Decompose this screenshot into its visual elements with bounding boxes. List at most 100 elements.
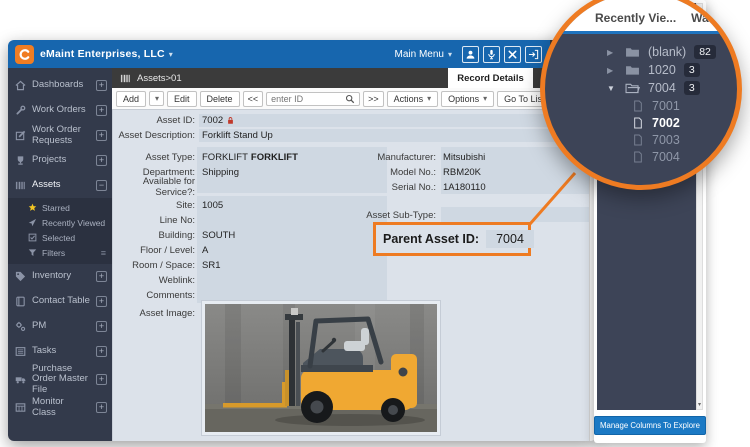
chevron-down-icon <box>483 94 487 103</box>
tab-wall[interactable]: Wall <box>691 11 715 25</box>
scroll-down-arrow-icon[interactable]: ▾ <box>697 402 702 409</box>
barcode-icon <box>15 180 26 191</box>
explore-panel-footer: Manage Columns To Explore <box>594 410 706 440</box>
model-no-field[interactable]: RBM20K <box>440 166 588 179</box>
caret-right-icon[interactable] <box>607 48 617 57</box>
expand-toggle[interactable]: + <box>96 105 107 116</box>
breadcrumb-bar: Assets>01 Record Details Related Ta <box>112 68 596 88</box>
tree-leaf-7004[interactable]: 7004 <box>545 148 737 165</box>
sidebar-item-assets[interactable]: Assets − <box>8 173 112 198</box>
chevron-down-icon <box>155 94 159 103</box>
options-button[interactable]: Options <box>441 90 495 107</box>
edit-button[interactable]: Edit <box>167 90 197 107</box>
sidebar-item-tasks[interactable]: Tasks + <box>8 339 112 364</box>
caret-down-icon[interactable] <box>607 84 617 93</box>
sidebar-item-label: Tasks <box>32 345 57 357</box>
prev-record-button[interactable]: << <box>242 90 264 107</box>
sidebar-item-projects[interactable]: Projects + <box>8 148 112 173</box>
collapse-toggle[interactable]: − <box>96 180 107 191</box>
sidebar-item-inventory[interactable]: Inventory + <box>8 264 112 289</box>
parent-asset-id-field[interactable]: 7004 <box>486 230 534 248</box>
sidebar-subitem-recently-viewed[interactable]: Recently Viewed <box>8 215 112 230</box>
subitem-label: Recently Viewed <box>42 217 106 228</box>
sidebar-item-dashboards[interactable]: Dashboards + <box>8 73 112 98</box>
home-icon <box>15 80 26 91</box>
screenshot-canvas: eMaint Enterprises, LLC Main Menu Dashbo… <box>0 0 750 447</box>
expand-toggle[interactable]: + <box>96 346 107 357</box>
tree-node-blank[interactable]: (blank) 82 <box>545 43 737 61</box>
sidebar-item-label: Work Orders <box>32 104 86 116</box>
tree-node-7004[interactable]: 7004 3 <box>545 79 737 97</box>
tab-record-details[interactable]: Record Details <box>448 68 533 88</box>
sidebar-item-label: Inventory <box>32 270 72 282</box>
next-record-button[interactable]: >> <box>363 90 384 107</box>
sidebar-item-label: Dashboards <box>32 79 84 91</box>
explore-tab-bar: Recently Vie... Wall Exp <box>545 0 737 31</box>
actions-button[interactable]: Actions <box>386 90 439 107</box>
expand-toggle[interactable]: + <box>96 321 107 332</box>
asset-description-field[interactable]: Forklift Stand Up <box>199 128 577 142</box>
subitem-label: Selected <box>42 232 76 243</box>
expand-toggle[interactable]: + <box>96 155 107 166</box>
tree-leaf-7003[interactable]: 7003 <box>545 131 737 148</box>
signout-button[interactable] <box>525 45 542 63</box>
expand-toggle[interactable]: + <box>96 80 107 91</box>
close-record-button[interactable] <box>504 45 521 63</box>
tree-leaf-7001[interactable]: 7001 <box>545 97 737 114</box>
delete-button[interactable]: Delete <box>199 90 240 107</box>
asset-id-field[interactable]: 7002 <box>199 113 577 127</box>
search-input[interactable] <box>271 93 344 104</box>
filter-options-icon[interactable] <box>101 248 106 258</box>
sidebar-item-pm[interactable]: PM + <box>8 314 112 339</box>
room-space-field[interactable]: SR1 <box>199 259 389 272</box>
manage-columns-button[interactable]: Manage Columns To Explore <box>594 415 706 435</box>
add-dropdown-button[interactable] <box>149 91 165 106</box>
expand-toggle[interactable]: + <box>96 402 107 414</box>
field-label: Asset ID: <box>156 114 195 126</box>
user-button[interactable] <box>462 45 479 63</box>
tree-leaf-label: 7004 <box>652 149 680 164</box>
tab-explore[interactable]: Exp <box>730 11 737 25</box>
main-menu[interactable]: Main Menu <box>395 49 452 60</box>
tab-underline <box>545 31 737 34</box>
chevron-down-icon <box>169 50 173 59</box>
search-icon[interactable] <box>345 94 355 104</box>
sidebar-item-work-order-requests[interactable]: Work Order Requests + <box>8 123 112 148</box>
field-label: Asset Description: <box>118 129 195 141</box>
sidebar-item-label: Contact Table <box>32 295 90 307</box>
serial-no-field[interactable]: 1A180110 <box>440 181 588 194</box>
count-badge: 3 <box>683 63 700 77</box>
star-icon <box>28 203 37 212</box>
sidebar-subitem-filters[interactable]: Filters <box>8 245 112 260</box>
voice-button[interactable] <box>483 45 500 63</box>
tree-leaf-7002-selected[interactable]: 7002 <box>545 114 737 131</box>
sidebar-item-monitor-class[interactable]: Monitor Class + <box>8 395 112 420</box>
sidebar-subitem-selected[interactable]: Selected <box>8 230 112 245</box>
asset-sub-type-field[interactable] <box>440 209 588 222</box>
sidebar-item-purchase-order-master-file[interactable]: Purchase Order Master File + <box>8 363 112 395</box>
expand-toggle[interactable]: + <box>96 374 107 386</box>
field-label: Model No.: <box>390 166 436 178</box>
tree-node-1020[interactable]: 1020 3 <box>545 61 737 79</box>
expand-toggle[interactable]: + <box>96 130 107 141</box>
file-icon <box>633 100 643 112</box>
barcode-icon <box>120 73 131 84</box>
tab-recently-viewed[interactable]: Recently Vie... <box>595 11 676 25</box>
sidebar-item-contact-table[interactable]: Contact Table + <box>8 289 112 314</box>
weblink-field[interactable] <box>199 274 389 287</box>
floor-level-field[interactable]: A <box>199 244 389 257</box>
add-button[interactable]: Add <box>116 90 147 107</box>
sidebar-subitem-starred[interactable]: Starred <box>8 200 112 215</box>
content-area: Assets>01 Record Details Related Ta Add … <box>112 68 596 441</box>
caret-right-icon[interactable] <box>607 66 617 75</box>
account-title[interactable]: eMaint Enterprises, LLC <box>40 48 165 60</box>
tree-node-label: 1020 <box>648 63 676 77</box>
sidebar-item-work-orders[interactable]: Work Orders + <box>8 98 112 123</box>
folder-open-icon <box>625 82 640 94</box>
expand-toggle[interactable]: + <box>96 296 107 307</box>
building-field[interactable]: SOUTH <box>199 229 389 242</box>
sidebar: Dashboards + Work Orders + Work Order Re… <box>8 68 112 441</box>
checkbox-icon <box>28 233 37 242</box>
expand-toggle[interactable]: + <box>96 271 107 282</box>
sidebar-item-label: PM <box>32 320 47 332</box>
